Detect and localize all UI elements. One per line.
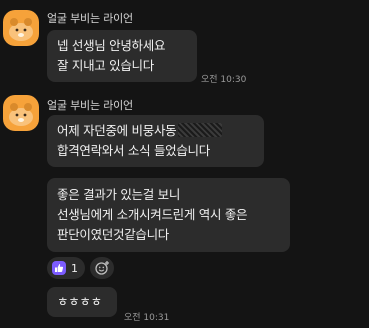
like-reaction[interactable]: 1 [47,257,85,279]
message-text: 어제 자던중에 비뭉사동 [57,123,177,138]
reaction-count: 1 [71,261,78,275]
message-text: 선생님에게 소개시켜드린게 역시 좋은 [57,207,248,222]
message-bubble[interactable]: 넵 선생님 안녕하세요 잘 지내고 있습니다 [47,30,197,82]
message-text: 잘 지내고 있습니다 [57,58,154,73]
message-text: 판단이였던것같습니다 [57,227,170,242]
thumbs-up-icon [52,261,66,275]
message-bubble[interactable]: ㅎㅎㅎㅎ [47,287,117,317]
message-bubble[interactable]: 어제 자던중에 비뭉사동 합격연락와서 소식 들었습니다 [47,115,264,167]
sender-name: 얼굴 부비는 라이언 [47,12,133,25]
message-time: 오전 10:30 [201,75,247,85]
message-text: 넵 선생님 안녕하세요 [57,38,166,53]
sender-name: 얼굴 부비는 라이언 [47,99,133,112]
ryan-avatar-icon[interactable] [3,95,39,131]
redacted-block [178,123,223,137]
message-time: 오전 10:31 [124,313,170,323]
message-bubble[interactable]: 좋은 결과가 있는걸 보니 선생님에게 소개시켜드린게 역시 좋은 판단이였던것… [47,178,290,252]
add-emoji-icon[interactable] [90,257,114,279]
message-text: 합격연락와서 소식 들었습니다 [57,143,210,158]
message-text: 좋은 결과가 있는걸 보니 [57,187,181,202]
message-text: ㅎㅎㅎㅎ [57,294,102,309]
ryan-avatar-icon[interactable] [3,10,39,46]
